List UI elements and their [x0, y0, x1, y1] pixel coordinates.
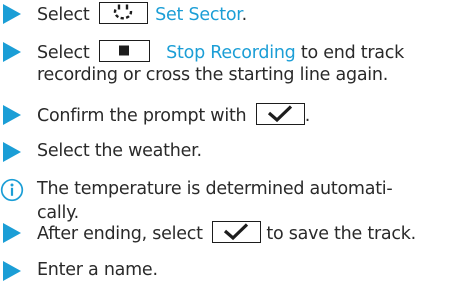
info-circle-icon — [0, 178, 24, 202]
sector-flag-icon — [113, 4, 132, 20]
checkmark-icon — [224, 223, 249, 241]
checkmark-icon — [267, 105, 292, 123]
step-text-line2: recording or cross the starting line aga… — [37, 65, 389, 85]
step-punctuation: . — [241, 5, 248, 25]
play-triangle-icon — [3, 223, 21, 243]
set-sector-button[interactable] — [98, 2, 148, 24]
note-text-line1: The temperature is determined automati- — [37, 179, 393, 199]
step-continuation: to save the track. — [261, 224, 416, 244]
step-verb: Select — [37, 5, 90, 25]
set-sector-link[interactable]: Set Sector — [155, 5, 242, 25]
play-triangle-icon — [3, 42, 21, 62]
play-triangle-icon — [3, 4, 21, 24]
step-text: After ending, select to save the track. — [37, 221, 462, 246]
step-verb: Select — [37, 43, 90, 63]
step-text: Confirm the prompt with . — [37, 103, 462, 128]
instruction-list: Select Set Sector. Select Stop Recording… — [0, 0, 464, 284]
play-triangle-icon — [3, 105, 21, 125]
stop-recording-link[interactable]: Stop Recording — [166, 43, 296, 63]
save-track-button[interactable] — [212, 221, 262, 243]
play-triangle-icon — [3, 261, 21, 281]
step-verb: After ending, select — [37, 224, 203, 244]
play-triangle-icon — [3, 142, 21, 162]
stop-recording-button[interactable] — [98, 40, 150, 62]
confirm-button[interactable] — [255, 103, 305, 125]
step-text: Select Set Sector. — [37, 2, 462, 27]
step-text: Enter a name. — [37, 260, 158, 280]
step-text: Select the weather. — [37, 141, 202, 161]
stop-square-icon — [118, 45, 129, 56]
step-punctuation: . — [304, 106, 311, 126]
step-verb: Confirm the prompt with — [37, 106, 247, 126]
step-continuation: to end track — [295, 43, 405, 63]
step-text: Select Stop Recording to end track — [37, 40, 462, 65]
